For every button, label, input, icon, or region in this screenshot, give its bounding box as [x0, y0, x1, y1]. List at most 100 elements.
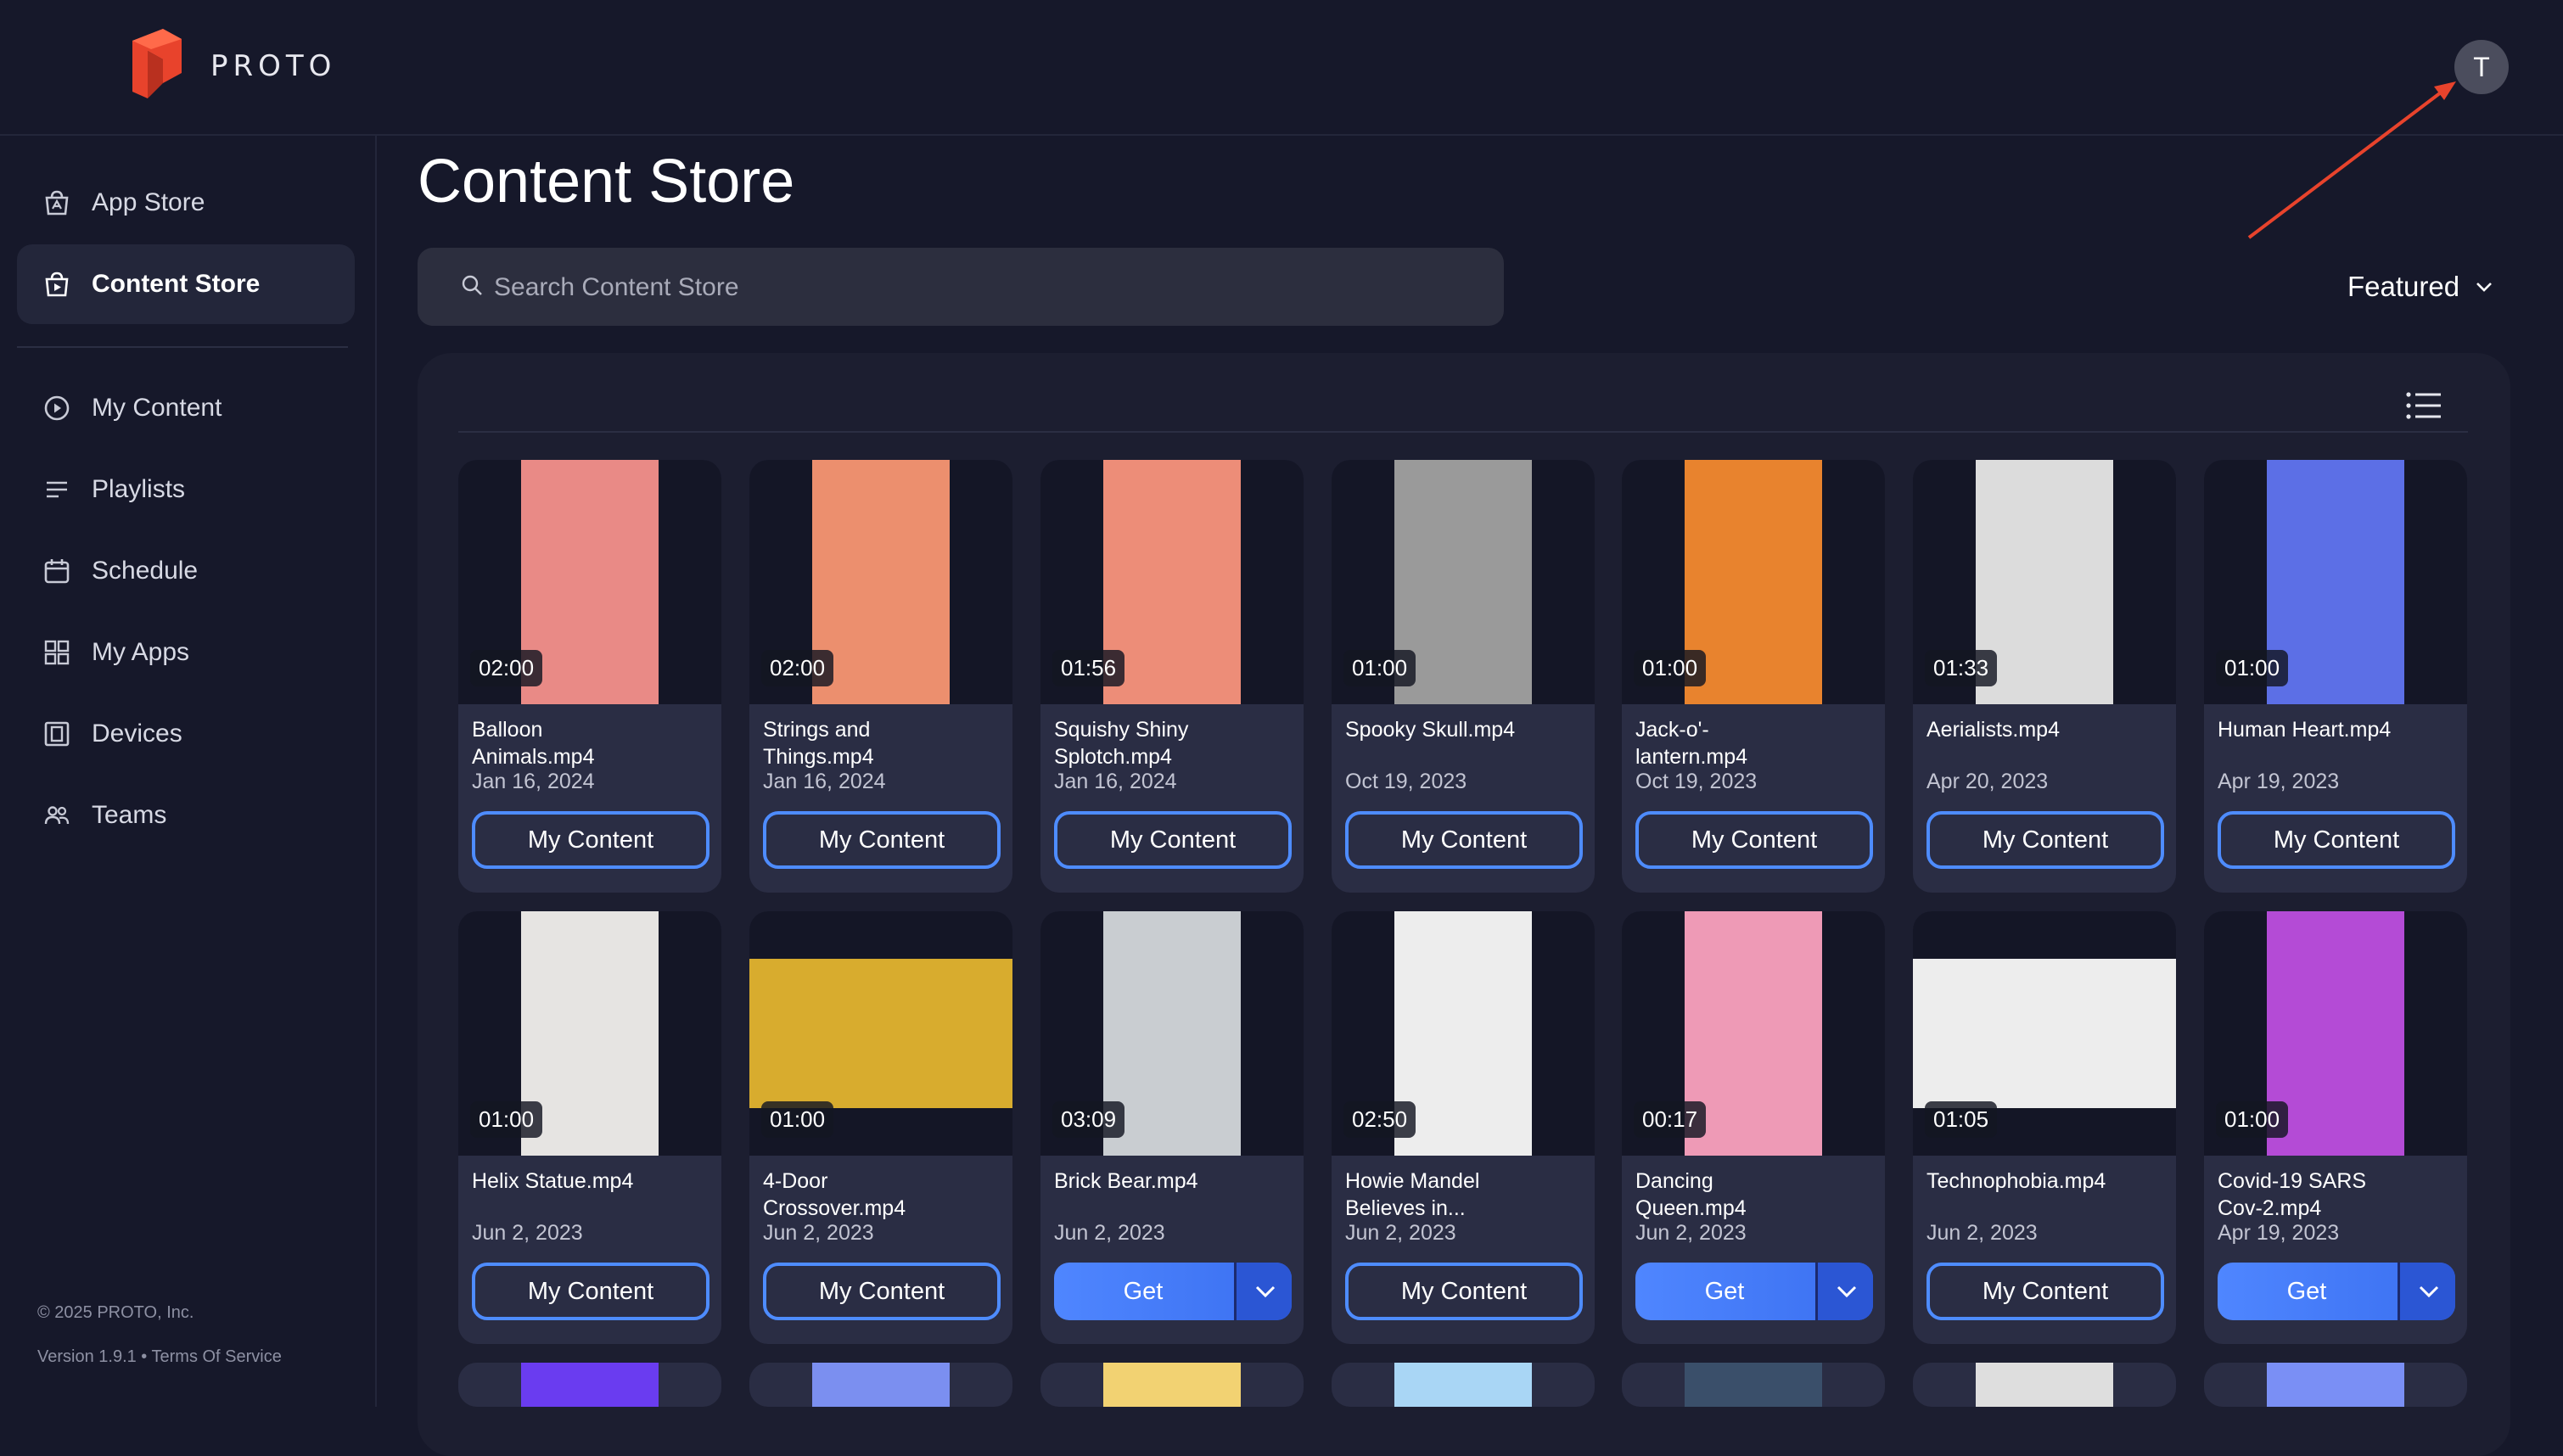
sidebar-item-schedule[interactable]: Schedule [17, 531, 355, 611]
my-content-button[interactable]: My Content [1635, 811, 1873, 869]
get-button-group[interactable]: Get [1635, 1263, 1873, 1320]
content-name: 4-Door Crossover.mp4 [763, 1169, 906, 1220]
copyright-text: © 2025 PROTO, Inc. [37, 1303, 194, 1322]
content-card[interactable]: 01:00 Spooky Skull.mp4 Oct 19, 2023 My Cont… [1332, 460, 1595, 893]
content-name: Howie Mandel Believes in... [1345, 1169, 1480, 1220]
duration-badge: 01:33 [1925, 650, 1998, 686]
my-content-button[interactable]: My Content [763, 1263, 1001, 1320]
thumbnail-image [749, 959, 1012, 1108]
sidebar-item-label: Content Store [92, 270, 261, 298]
content-card-partial[interactable] [1622, 1363, 1885, 1407]
get-options-dropdown[interactable] [1234, 1263, 1292, 1320]
search-input[interactable] [492, 248, 1472, 328]
sidebar-item-my-content[interactable]: My Content [17, 368, 355, 448]
content-card[interactable]: 01:00 Jack-o'- lantern.mp4 Oct 19, 2023 My … [1622, 460, 1885, 893]
user-avatar[interactable]: T [2454, 40, 2509, 94]
content-card-partial[interactable] [1913, 1363, 2176, 1407]
content-thumbnail[interactable]: 01:00 [2204, 460, 2467, 704]
sort-dropdown[interactable]: Featured [2347, 265, 2493, 309]
duration-badge: 03:09 [1052, 1101, 1125, 1138]
content-thumbnail[interactable]: 01:33 [1913, 460, 2176, 704]
content-thumbnail[interactable]: 01:00 [1332, 460, 1595, 704]
sidebar-item-my-apps[interactable]: My Apps [17, 613, 355, 692]
content-thumbnail[interactable]: 01:05 [1913, 911, 2176, 1156]
content-thumbnail[interactable]: 01:00 [2204, 911, 2467, 1156]
content-card-partial[interactable] [2204, 1363, 2467, 1407]
content-card[interactable]: 01:00 Helix Statue.mp4 Jun 2, 2023 My Conte… [458, 911, 721, 1344]
content-name: Brick Bear.mp4 [1054, 1169, 1198, 1193]
content-card[interactable]: 03:09 Brick Bear.mp4 Jun 2, 2023 Get [1040, 911, 1304, 1344]
content-thumbnail[interactable]: 02:50 [1332, 911, 1595, 1156]
brand-logo[interactable]: PROTO [129, 29, 336, 104]
calendar-icon [42, 557, 71, 585]
sidebar-item-label: My Content [92, 394, 222, 422]
content-thumbnail[interactable]: 01:00 [458, 911, 721, 1156]
content-thumbnail[interactable]: 00:17 [1622, 911, 1885, 1156]
content-date: Jun 2, 2023 [1054, 1221, 1165, 1245]
sidebar-item-teams[interactable]: Teams [17, 776, 355, 855]
content-thumbnail[interactable]: 01:56 [1040, 460, 1304, 704]
apps-grid-icon [42, 638, 71, 667]
content-card-partial[interactable] [749, 1363, 1012, 1407]
get-options-dropdown[interactable] [2398, 1263, 2455, 1320]
content-date: Jan 16, 2024 [763, 770, 886, 793]
content-card[interactable]: 00:17 Dancing Queen.mp4 Jun 2, 2023 Get [1622, 911, 1885, 1344]
content-card[interactable]: 01:00 4-Door Crossover.mp4 Jun 2, 2023 My C… [749, 911, 1012, 1344]
list-view-icon[interactable] [2405, 390, 2442, 421]
content-thumbnail[interactable]: 02:00 [458, 460, 721, 704]
my-content-button[interactable]: My Content [1054, 811, 1292, 869]
my-content-button[interactable]: My Content [1926, 811, 2164, 869]
get-button[interactable]: Get [1054, 1263, 1232, 1320]
get-options-dropdown[interactable] [1815, 1263, 1873, 1320]
content-card[interactable]: 02:00 Balloon Animals.mp4 Jan 16, 2024 My C… [458, 460, 721, 893]
duration-badge: 02:00 [470, 650, 543, 686]
thumbnail-image [1394, 1363, 1532, 1407]
content-card[interactable]: 01:56 Squishy Shiny Splotch.mp4 Jan 16, 20… [1040, 460, 1304, 893]
brand-name: PROTO [210, 49, 337, 83]
content-name: Technophobia.mp4 [1926, 1169, 2106, 1193]
content-thumbnail[interactable]: 02:00 [749, 460, 1012, 704]
my-content-button[interactable]: My Content [1345, 811, 1583, 869]
duration-badge: 00:17 [1634, 1101, 1707, 1138]
proto-logo-icon [132, 29, 182, 98]
app-root: PROTO T App Store Content Store My Conte… [0, 0, 2563, 1456]
my-content-button[interactable]: My Content [472, 811, 709, 869]
content-name: Dancing Queen.mp4 [1635, 1169, 1747, 1220]
sidebar-item-playlists[interactable]: Playlists [17, 450, 355, 529]
my-content-button[interactable]: My Content [763, 811, 1001, 869]
search-bar[interactable] [418, 248, 1504, 328]
content-card[interactable]: 01:00 Human Heart.mp4 Apr 19, 2023 My Conte… [2204, 460, 2467, 893]
my-content-button[interactable]: My Content [472, 1263, 709, 1320]
content-card-partial[interactable] [1040, 1363, 1304, 1407]
content-card[interactable]: 01:05 Technophobia.mp4 Jun 2, 2023 My Conte… [1913, 911, 2176, 1344]
thumbnail-image [1913, 959, 2176, 1108]
version-and-terms-link[interactable]: Version 1.9.1 • Terms Of Service [37, 1347, 282, 1367]
content-date: Jan 16, 2024 [472, 770, 595, 793]
get-button-group[interactable]: Get [1054, 1263, 1292, 1320]
content-card[interactable]: 02:00 Strings and Things.mp4 Jan 16, 2024 M… [749, 460, 1012, 893]
content-thumbnail[interactable]: 03:09 [1040, 911, 1304, 1156]
sidebar-item-app-store[interactable]: App Store [17, 163, 355, 243]
get-button[interactable]: Get [1635, 1263, 1814, 1320]
content-name: Squishy Shiny Splotch.mp4 [1054, 718, 1189, 769]
team-icon [42, 801, 71, 830]
thumbnail-image [521, 1363, 659, 1407]
content-thumbnail[interactable]: 01:00 [749, 911, 1012, 1156]
sidebar-item-content-store[interactable]: Content Store [17, 244, 355, 324]
get-button-group[interactable]: Get [2218, 1263, 2455, 1320]
duration-badge: 01:56 [1052, 650, 1125, 686]
chevron-down-icon [2476, 283, 2493, 292]
my-content-button[interactable]: My Content [1926, 1263, 2164, 1320]
my-content-button[interactable]: My Content [2218, 811, 2455, 869]
content-card-partial[interactable] [458, 1363, 721, 1407]
content-card[interactable]: 01:00 Covid-19 SARS Cov-2.mp4 Apr 19, 2023… [2204, 911, 2467, 1344]
my-content-button[interactable]: My Content [1345, 1263, 1583, 1320]
get-button[interactable]: Get [2218, 1263, 2396, 1320]
sidebar-divider [17, 346, 348, 348]
sort-label: Featured [2347, 271, 2460, 302]
sidebar-item-devices[interactable]: Devices [17, 694, 355, 774]
content-thumbnail[interactable]: 01:00 [1622, 460, 1885, 704]
content-card-partial[interactable] [1332, 1363, 1595, 1407]
content-card[interactable]: 01:33 Aerialists.mp4 Apr 20, 2023 My Conten… [1913, 460, 2176, 893]
content-card[interactable]: 02:50 Howie Mandel Believes in... Jun 2, 2… [1332, 911, 1595, 1344]
